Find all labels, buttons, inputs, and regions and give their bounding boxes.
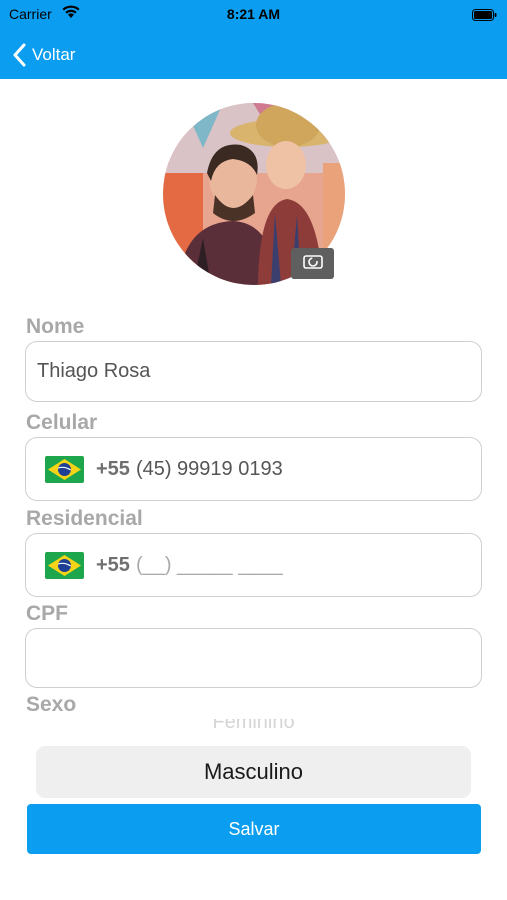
camera-icon xyxy=(302,252,324,275)
nome-value: Thiago Rosa xyxy=(37,360,151,382)
cpf-label: CPF xyxy=(26,602,68,625)
change-photo-button[interactable] xyxy=(291,248,334,279)
residencial-placeholder: (__) _____ ____ xyxy=(135,553,283,576)
celular-number: (45) 99919 0193 xyxy=(135,457,283,480)
celular-label: Celular xyxy=(26,411,98,434)
nome-input[interactable]: Thiago Rosa xyxy=(25,341,482,402)
cpf-input[interactable] xyxy=(25,628,482,688)
sexo-picker-option-feminino[interactable]: Feminino xyxy=(0,719,507,735)
save-button[interactable]: Salvar xyxy=(27,804,481,854)
navigation-bar: Carrier 8:21 AM Voltar xyxy=(0,0,507,79)
sexo-label: Sexo xyxy=(26,693,77,716)
celular-input[interactable]: +55 (45) 99919 0193 xyxy=(25,437,482,501)
back-label: Voltar xyxy=(32,45,76,64)
back-button[interactable]: Voltar xyxy=(12,40,75,70)
picker-selected-label: Masculino xyxy=(203,759,304,784)
save-label: Salvar xyxy=(228,818,280,839)
brazil-flag-icon[interactable] xyxy=(45,551,84,579)
battery-icon xyxy=(472,8,497,21)
chevron-left-icon xyxy=(12,43,26,67)
picker-option-label: Feminino xyxy=(212,719,295,733)
residencial-label: Residencial xyxy=(26,507,143,530)
residencial-input[interactable]: +55 (__) _____ ____ xyxy=(25,533,482,597)
residencial-country-code: +55 xyxy=(96,553,130,576)
status-time: 8:21 AM xyxy=(226,6,281,22)
celular-country-code: +55 xyxy=(96,457,130,480)
nome-label: Nome xyxy=(26,315,85,338)
status-bar: Carrier 8:21 AM xyxy=(0,0,507,28)
brazil-flag-icon[interactable] xyxy=(45,455,84,483)
sexo-picker-selected[interactable]: Masculino xyxy=(36,746,471,798)
